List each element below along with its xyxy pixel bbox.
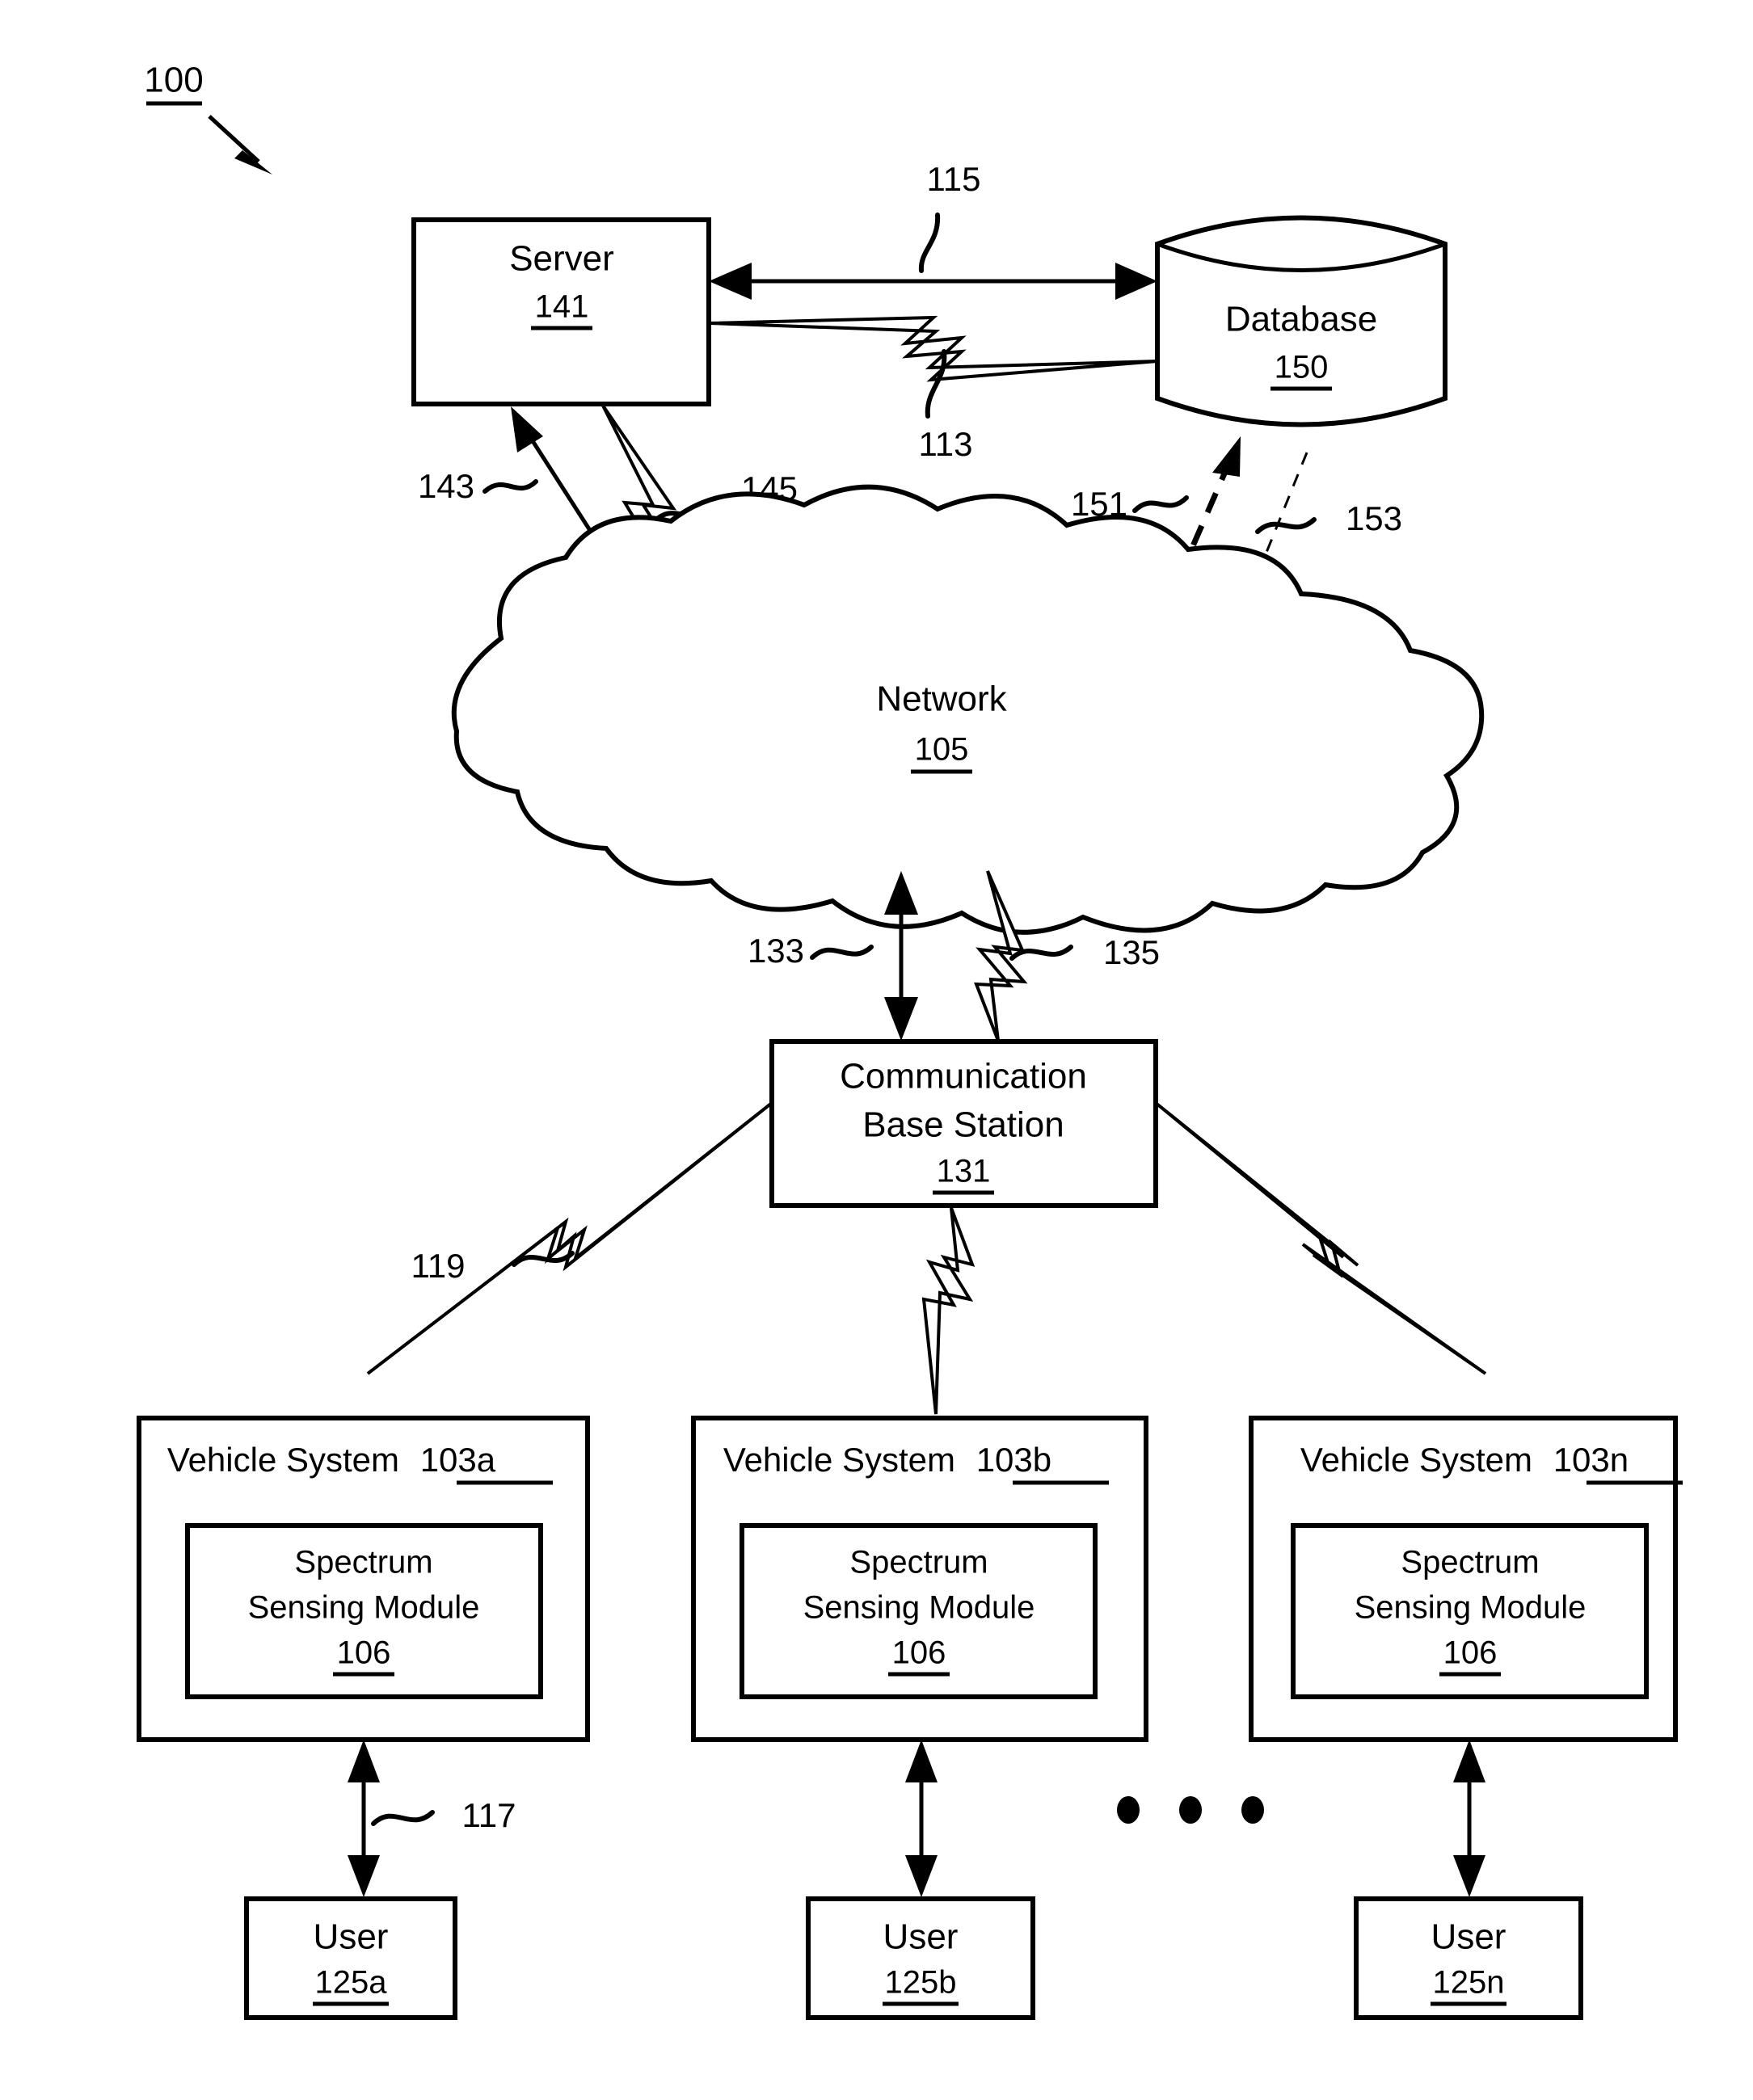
user-a-ref: 125a (315, 1965, 388, 2001)
vehicle-system-a-node[interactable]: Vehicle System 103a Spectrum Sensing Mod… (137, 1416, 590, 1742)
base-station-title-line2: Base Station (862, 1105, 1064, 1145)
base-station-node[interactable]: Communication Base Station 131 (769, 1039, 1158, 1208)
bolt-113 (709, 315, 1158, 382)
leader-115 (918, 213, 941, 273)
spectrum-module-b-ref: 106 (892, 1635, 946, 1671)
vehicle-user-a-arrow-117: 117 (348, 1740, 516, 1897)
label-113: 113 (919, 425, 973, 463)
figure-number-label: 100 (144, 61, 203, 100)
label-119: 119 (411, 1247, 466, 1285)
vehicle-user-b-arrow (905, 1740, 938, 1897)
network-ref: 105 (915, 732, 969, 768)
base-vehicle-n-wireless (1154, 1101, 1487, 1375)
spectrum-module-a-title-line2: Sensing Module (248, 1590, 480, 1626)
arrow-117-head-bottom (348, 1855, 380, 1897)
label-135: 135 (1103, 933, 1160, 971)
spectrum-module-b-title-line2: Sensing Module (803, 1590, 1035, 1626)
bolt-119 (366, 1101, 773, 1375)
arrow-117-head-top (348, 1740, 380, 1782)
bolt-vehicle-n (1154, 1101, 1487, 1375)
server-node[interactable]: Server 141 (411, 217, 711, 406)
ellipsis-dot-2 (1179, 1796, 1202, 1824)
server-ref: 141 (535, 289, 589, 325)
leader-151 (1132, 495, 1189, 513)
ellipsis-dots (1117, 1796, 1264, 1824)
vehicle-system-b-node[interactable]: Vehicle System 103b Spectrum Sensing Mod… (691, 1416, 1148, 1742)
server-title: Server (509, 239, 614, 279)
label-143: 143 (418, 467, 474, 505)
database-title: Database (1225, 300, 1377, 339)
arrow-133-head-bottom (884, 997, 918, 1041)
base-station-ref: 131 (937, 1154, 991, 1189)
network-title: Network (876, 680, 1007, 719)
ellipsis-dot-3 (1241, 1796, 1264, 1824)
arrow-user-n-head-bottom (1453, 1855, 1485, 1897)
patent-figure: 100 Server 141 Database 150 115 113 143 … (0, 0, 1753, 2100)
vehicle-system-n-node[interactable]: Vehicle System 103n Spectrum Sensing Mod… (1249, 1416, 1683, 1742)
user-b-title: User (883, 1917, 959, 1957)
spectrum-module-b-title-line1: Spectrum (849, 1545, 988, 1580)
user-b-node[interactable]: User 125b (806, 1896, 1035, 2020)
vehicle-system-a-title: Vehicle System 103a (167, 1441, 496, 1479)
bolt-vehicle-b (921, 1207, 976, 1415)
vehicle-system-b-title: Vehicle System 103b (723, 1441, 1051, 1479)
leader-133 (810, 945, 874, 960)
user-a-title: User (314, 1917, 389, 1957)
label-115: 115 (927, 160, 981, 198)
base-station-title-line1: Communication (840, 1057, 1087, 1096)
diagram-canvas: 100 Server 141 Database 150 115 113 143 … (137, 61, 1683, 2020)
spectrum-module-a-ref: 106 (337, 1635, 391, 1671)
database-node[interactable]: Database 150 (1155, 215, 1447, 427)
arrow-151-head-top (1212, 436, 1241, 477)
network-node[interactable]: Network 105 (451, 484, 1485, 935)
user-b-ref: 125b (885, 1965, 957, 2001)
arrow-115-head-right (1115, 263, 1157, 300)
spectrum-module-a-title-line1: Spectrum (294, 1545, 432, 1580)
leader-153 (1255, 517, 1317, 534)
base-vehicle-b-wireless (921, 1207, 976, 1415)
arrow-user-b-head-top (905, 1740, 938, 1782)
label-117: 117 (462, 1796, 516, 1834)
figure-pointer-line (208, 115, 260, 163)
user-a-node[interactable]: User 125a (244, 1896, 457, 2020)
database-ref: 150 (1275, 350, 1329, 385)
user-n-node[interactable]: User 125n (1354, 1896, 1583, 2020)
base-vehicle-a-wireless-119: 119 (366, 1101, 773, 1375)
arrow-143-head-top (511, 406, 543, 452)
arrow-user-b-head-bottom (905, 1855, 938, 1897)
label-133: 133 (748, 932, 804, 970)
figure-number-group: 100 (144, 61, 272, 175)
leader-117 (371, 1810, 435, 1826)
label-153: 153 (1346, 499, 1402, 537)
user-n-title: User (1431, 1917, 1506, 1957)
server-database-arrow-115: 115 (709, 160, 1157, 300)
vehicle-system-n-title: Vehicle System 103n (1300, 1441, 1629, 1479)
spectrum-module-n-ref: 106 (1443, 1635, 1498, 1671)
ellipsis-dot-1 (1117, 1796, 1140, 1824)
figure-pointer-arrowhead (234, 150, 272, 175)
user-n-ref: 125n (1433, 1965, 1505, 2001)
vehicle-user-n-arrow (1453, 1740, 1485, 1897)
arrow-115-head-left (709, 263, 752, 300)
arrow-user-n-head-top (1453, 1740, 1485, 1782)
spectrum-module-n-title-line1: Spectrum (1401, 1545, 1539, 1580)
spectrum-module-n-title-line2: Sensing Module (1355, 1590, 1587, 1626)
server-database-wireless-113: 113 (709, 315, 1158, 463)
leader-143 (482, 479, 538, 494)
